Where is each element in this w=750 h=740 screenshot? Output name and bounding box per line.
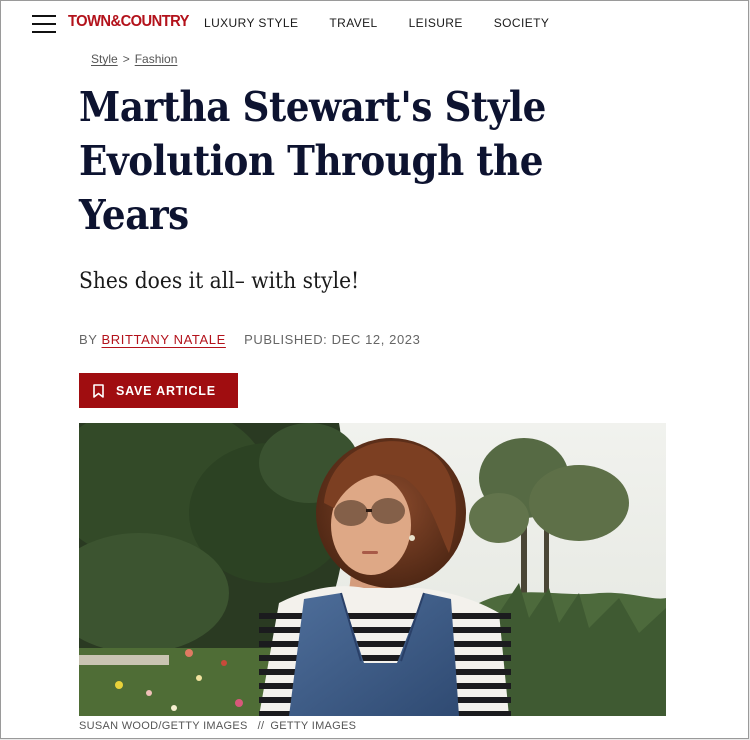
- byline-prefix: BY: [79, 332, 98, 347]
- photo-credit: SUSAN WOOD/GETTY IMAGES // GETTY IMAGES: [79, 720, 356, 732]
- save-article-label: SAVE ARTICLE: [116, 383, 216, 398]
- save-article-button[interactable]: SAVE ARTICLE: [79, 373, 238, 408]
- byline: BY BRITTANY NATALE PUBLISHED: DEC 12, 20…: [79, 332, 420, 347]
- site-logo[interactable]: TOWN&COUNTRY: [68, 13, 190, 31]
- bookmark-icon: [93, 383, 104, 398]
- author-link[interactable]: BRITTANY NATALE: [102, 332, 226, 347]
- breadcrumb: Style > Fashion: [91, 52, 177, 66]
- photo-credit-separator: //: [257, 720, 265, 732]
- breadcrumb-separator: >: [122, 52, 130, 66]
- photo-credit-name: SUSAN WOOD/GETTY IMAGES: [79, 720, 248, 732]
- page-frame: TOWN&COUNTRY LUXURY STYLE TRAVEL LEISURE…: [0, 0, 749, 739]
- hamburger-menu-icon[interactable]: [32, 13, 58, 35]
- publish-date: PUBLISHED: DEC 12, 2023: [244, 332, 421, 347]
- main-nav: LUXURY STYLE TRAVEL LEISURE SOCIETY: [204, 16, 580, 30]
- article-dek: Shes does it all– with style!: [79, 269, 360, 294]
- breadcrumb-style[interactable]: Style: [91, 52, 118, 66]
- nav-society[interactable]: SOCIETY: [494, 16, 549, 30]
- hero-photo-illustration: [79, 423, 666, 716]
- article-title: Martha Stewart's Style Evolution Through…: [79, 83, 546, 239]
- photo-credit-source: GETTY IMAGES: [270, 720, 357, 732]
- nav-leisure[interactable]: LEISURE: [409, 16, 463, 30]
- nav-luxury-style[interactable]: LUXURY STYLE: [204, 16, 298, 30]
- hero-photo: [79, 423, 666, 716]
- breadcrumb-fashion[interactable]: Fashion: [135, 52, 178, 66]
- site-header: TOWN&COUNTRY LUXURY STYLE TRAVEL LEISURE…: [1, 1, 748, 45]
- nav-travel[interactable]: TRAVEL: [329, 16, 377, 30]
